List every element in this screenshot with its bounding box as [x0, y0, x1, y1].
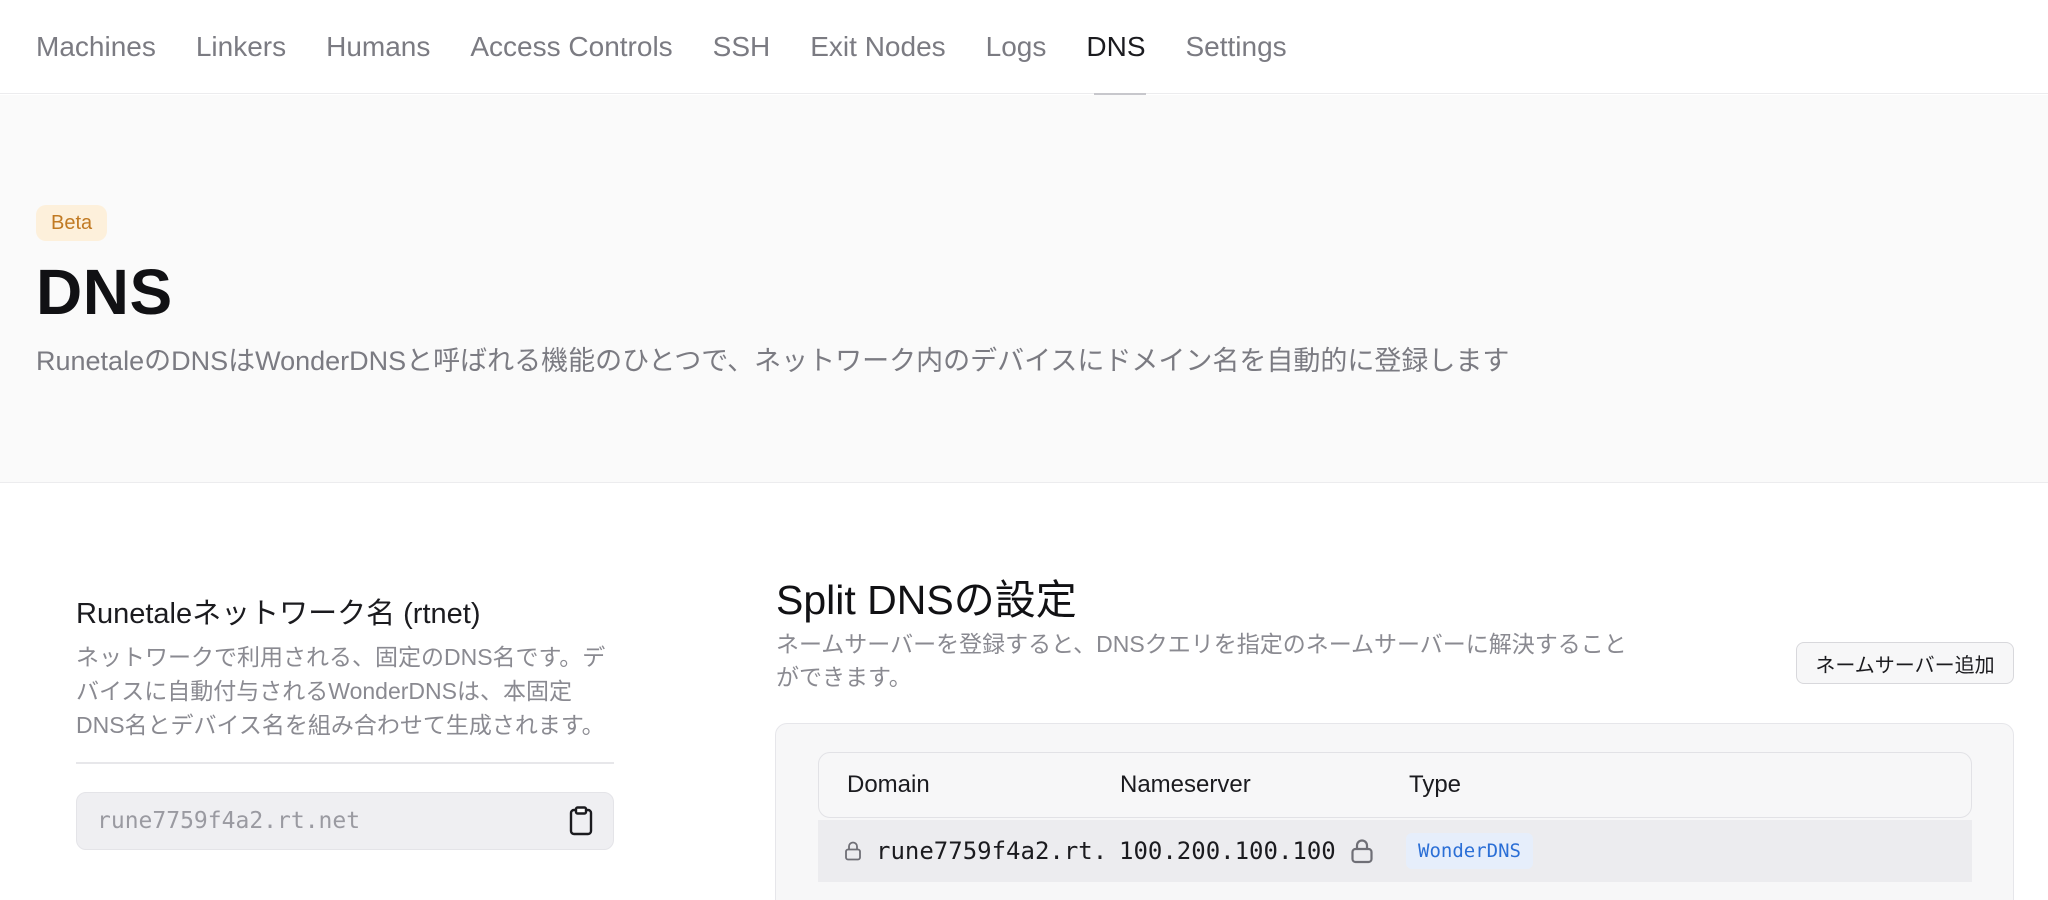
network-name-title: Runetaleネットワーク名 (rtnet)	[76, 598, 481, 630]
domain-value: rune7759f4a2.rt.net	[876, 837, 1104, 865]
tab-ssh[interactable]: SSH	[713, 0, 771, 94]
tab-settings[interactable]: Settings	[1186, 0, 1287, 94]
clipboard-icon-svg	[569, 806, 593, 836]
lock-icon	[1350, 838, 1374, 864]
tab-linkers[interactable]: Linkers	[196, 0, 286, 94]
network-name-panel: Runetaleネットワーク名 (rtnet) ネットワークで利用される、固定の…	[76, 590, 614, 850]
tab-humans[interactable]: Humans	[326, 0, 430, 94]
tab-machines[interactable]: Machines	[36, 0, 156, 94]
column-domain: Domain	[847, 771, 930, 798]
network-dns-field: rune7759f4a2.rt.net	[76, 792, 614, 850]
table-row[interactable]: rune7759f4a2.rt.net 100.200.100.100 Wond…	[818, 820, 1972, 882]
page-subtitle: RunetaleのDNSはWonderDNSと呼ばれる機能のひとつで、ネットワー…	[36, 346, 1510, 376]
clipboard-icon[interactable]	[569, 806, 593, 836]
page-title: DNS	[36, 256, 173, 328]
add-nameserver-button[interactable]: ネームサーバー追加	[1796, 642, 2014, 684]
domain-cell: rune7759f4a2.rt.net	[844, 820, 1104, 882]
beta-badge: Beta	[36, 205, 108, 241]
nav-tabs: Machines Linkers Humans Access Controls …	[36, 0, 1287, 95]
split-dns-title: Split DNSの設定	[776, 577, 1077, 623]
type-tag: WonderDNS	[1406, 833, 1533, 869]
nameserver-value: 100.200.100.100	[1119, 837, 1336, 865]
network-name-description: ネットワークで利用される、固定のDNS名です。デバイスに自動付与されるWonde…	[76, 644, 606, 738]
network-dns-name: rune7759f4a2.rt.net	[97, 808, 361, 834]
page-header: Beta DNS RunetaleのDNSはWonderDNSと呼ばれる機能のひ…	[0, 95, 2048, 483]
top-nav: Machines Linkers Humans Access Controls …	[0, 0, 2048, 95]
column-nameserver: Nameserver	[1120, 771, 1251, 798]
lock-icon	[844, 841, 862, 861]
column-type: Type	[1409, 771, 1462, 798]
table-header: Domain Nameserver Type	[818, 752, 1972, 818]
tab-access-controls[interactable]: Access Controls	[470, 0, 672, 94]
nameserver-cell: 100.200.100.100	[1119, 820, 1374, 882]
tab-exit-nodes[interactable]: Exit Nodes	[810, 0, 945, 94]
nameserver-table-card: Domain Nameserver Type rune7759f4a2.rt.n…	[775, 723, 2014, 900]
tab-logs[interactable]: Logs	[986, 0, 1047, 94]
divider	[76, 762, 614, 764]
split-dns-description: ネームサーバーを登録すると、DNSクエリを指定のネームサーバーに解決することがで…	[776, 631, 1627, 690]
type-cell: WonderDNS	[1406, 820, 1533, 882]
tab-dns[interactable]: DNS	[1086, 0, 1146, 95]
